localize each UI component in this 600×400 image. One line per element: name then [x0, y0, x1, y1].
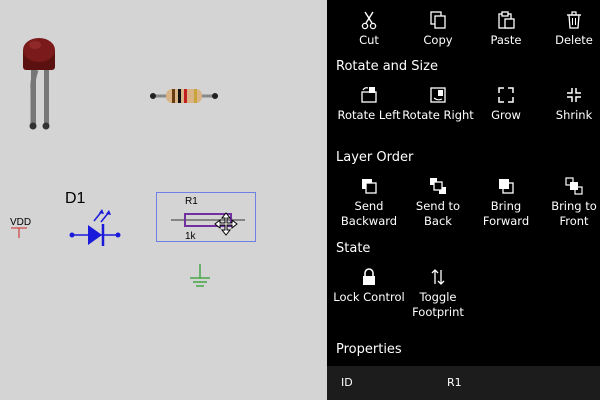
- resistor-value-label: 1k: [185, 231, 196, 242]
- copy-label: Copy: [423, 33, 453, 47]
- move-cursor-icon: [214, 212, 238, 236]
- send-backward-label: Send Backward: [340, 199, 398, 228]
- bring-forward-icon: [499, 179, 514, 194]
- resistor-component[interactable]: [148, 86, 220, 106]
- paste-label: Paste: [490, 33, 522, 47]
- properties-row[interactable]: ID R1: [327, 366, 600, 400]
- shrink-icon: [567, 88, 581, 102]
- send-backward-button[interactable]: Send Backward: [333, 176, 405, 229]
- shrink-button[interactable]: Shrink: [538, 85, 600, 123]
- delete-button[interactable]: Delete: [538, 10, 600, 48]
- rotate-left-icon: [361, 87, 377, 103]
- led-component[interactable]: [18, 30, 68, 130]
- copy-button[interactable]: Copy: [402, 10, 474, 48]
- rotate-right-button[interactable]: Rotate Right: [402, 85, 474, 123]
- bring-to-front-label: Bring to Front: [551, 199, 597, 228]
- grow-button[interactable]: Grow: [470, 85, 542, 123]
- context-panel: Cut Copy Paste Delete Rotate and Size Ro…: [327, 0, 600, 400]
- circuit-canvas[interactable]: VDD D1 R1 1k: [0, 0, 327, 400]
- copy-icon: [430, 11, 446, 29]
- properties-heading: Properties: [336, 342, 402, 357]
- send-to-back-button[interactable]: Send to Back: [402, 176, 474, 229]
- bring-to-front-button[interactable]: Bring to Front: [538, 176, 600, 229]
- shrink-label: Shrink: [555, 108, 593, 122]
- property-key: ID: [341, 376, 353, 389]
- toggle-arrows-icon: [431, 269, 445, 285]
- toggle-footprint-button[interactable]: Toggle Footprint: [402, 267, 474, 320]
- delete-label: Delete: [555, 33, 593, 47]
- grow-icon: [498, 87, 514, 103]
- state-heading: State: [336, 241, 371, 256]
- ground-symbol[interactable]: [187, 262, 213, 292]
- trash-icon: [567, 11, 581, 29]
- selected-resistor[interactable]: R1 1k: [156, 192, 256, 242]
- paste-button[interactable]: Paste: [470, 10, 542, 48]
- vdd-symbol[interactable]: [9, 226, 29, 240]
- lock-control-button[interactable]: Lock Control: [333, 267, 405, 305]
- layer-order-heading: Layer Order: [336, 150, 414, 165]
- led-symbol[interactable]: [68, 205, 122, 253]
- rotate-right-icon: [430, 87, 446, 103]
- bring-to-front-icon: [565, 177, 583, 195]
- cut-label: Cut: [359, 33, 379, 47]
- rotate-left-button[interactable]: Rotate Left: [333, 85, 405, 123]
- send-backward-icon: [362, 179, 377, 194]
- send-to-back-label: Send to Back: [415, 199, 461, 228]
- rotate-left-label: Rotate Left: [337, 108, 401, 122]
- lock-control-label: Lock Control: [333, 290, 405, 304]
- scissors-icon: [361, 11, 377, 30]
- rotate-size-heading: Rotate and Size: [336, 59, 438, 74]
- toggle-footprint-label: Toggle Footprint: [412, 290, 464, 319]
- paste-icon: [498, 11, 515, 29]
- cut-button[interactable]: Cut: [333, 10, 405, 48]
- resistor-ref-label: R1: [185, 196, 198, 207]
- rotate-right-label: Rotate Right: [402, 108, 474, 122]
- send-to-back-icon: [430, 178, 446, 194]
- bring-forward-button[interactable]: Bring Forward: [470, 176, 542, 229]
- lock-icon: [363, 268, 375, 285]
- bring-forward-label: Bring Forward: [482, 199, 530, 228]
- grow-label: Grow: [491, 108, 521, 122]
- property-value: R1: [447, 376, 462, 389]
